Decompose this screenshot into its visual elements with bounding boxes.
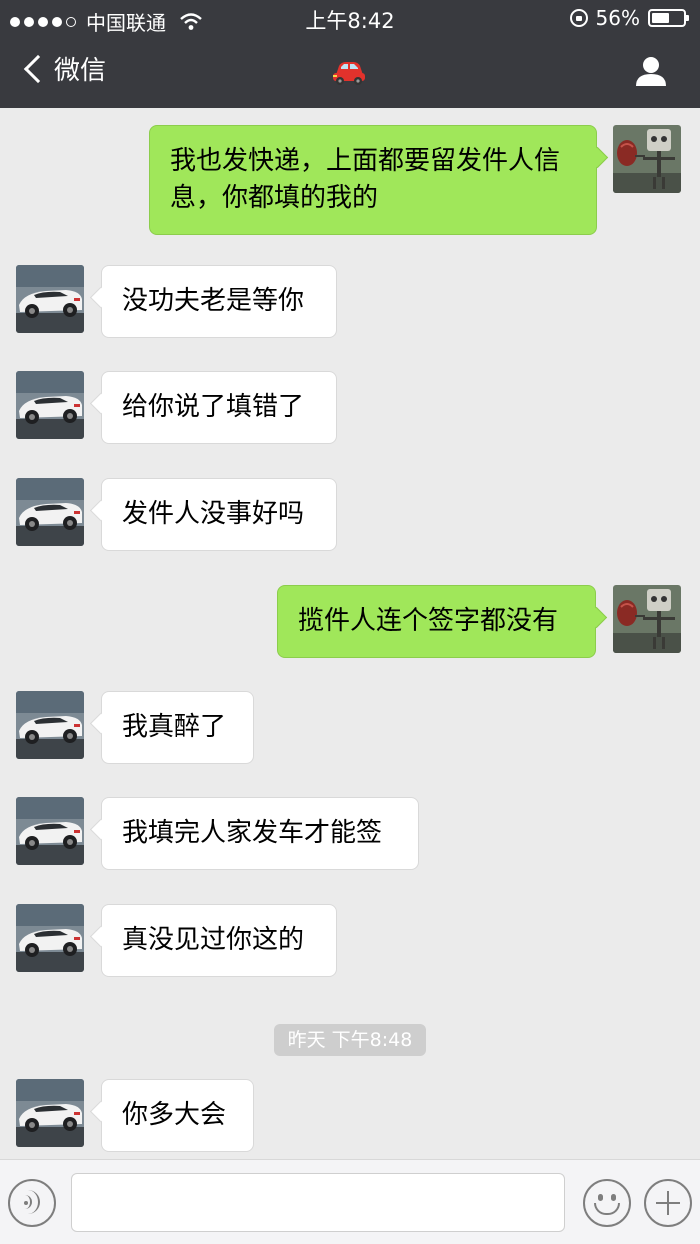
contact-avatar[interactable] [16,691,84,759]
received-message-bubble[interactable]: 我填完人家发车才能签 [101,797,419,870]
message-text: 发件人没事好吗 [122,499,305,529]
car-emoji-icon [333,62,365,85]
emoji-eye [598,1194,603,1201]
back-button[interactable]: 微信 [18,50,106,87]
battery-fill [652,13,669,23]
contact-avatar[interactable] [16,904,84,972]
sent-message-bubble[interactable]: 揽件人连个签字都没有 [277,585,596,658]
top-bar: 中国联通 上午8:42 56% 微信 [0,0,700,108]
my-avatar[interactable] [613,125,681,193]
emoji-eye [611,1194,616,1201]
voice-icon[interactable] [8,1179,56,1227]
voice-wave-large [28,1190,40,1214]
emoji-mouth [594,1203,620,1215]
received-message-bubble[interactable]: 发件人没事好吗 [101,478,337,551]
emoji-icon[interactable] [583,1179,631,1227]
message-text: 你多大会 [122,1100,227,1130]
contact-person-icon[interactable] [634,54,668,88]
received-message-bubble[interactable]: 没功夫老是等你 [101,265,337,338]
message-text: 给你说了填错了 [122,392,305,422]
message-text: 揽件人连个签字都没有 [298,606,559,636]
status-right: 56% [569,6,689,30]
contact-avatar[interactable] [16,1079,84,1147]
battery-icon [648,9,689,27]
timestamp-badge: 昨天 下午8:48 [274,1024,426,1056]
back-label: 微信 [54,56,107,86]
battery-percent: 56% [595,6,640,30]
chevron-left-icon [23,54,53,83]
message-text: 没功夫老是等你 [122,286,305,316]
message-text: 真没见过你这的 [122,925,305,955]
my-avatar[interactable] [613,585,681,653]
received-message-bubble[interactable]: 真没见过你这的 [101,904,337,977]
contact-avatar[interactable] [16,797,84,865]
message-input[interactable] [71,1173,565,1232]
input-bar [0,1159,700,1244]
received-message-bubble[interactable]: 你多大会 [101,1079,254,1152]
nav-bar: 微信 [0,36,700,108]
contact-avatar[interactable] [16,265,84,333]
sent-message-bubble[interactable]: 我也发快递，上面都要留发件人信息，你都填的我的 [149,125,597,235]
contact-avatar[interactable] [16,371,84,439]
contact-avatar[interactable] [16,478,84,546]
message-text: 我填完人家发车才能签 [122,818,383,848]
plus-vertical [667,1191,669,1215]
plus-icon[interactable] [644,1179,692,1227]
message-text: 我也发快递，上面都要留发件人信息，你都填的我的 [170,146,561,213]
received-message-bubble[interactable]: 我真醉了 [101,691,254,764]
message-text: 我真醉了 [122,712,227,742]
received-message-bubble[interactable]: 给你说了填错了 [101,371,337,444]
status-bar: 中国联通 上午8:42 56% [0,0,700,36]
orientation-lock-icon [569,9,588,27]
